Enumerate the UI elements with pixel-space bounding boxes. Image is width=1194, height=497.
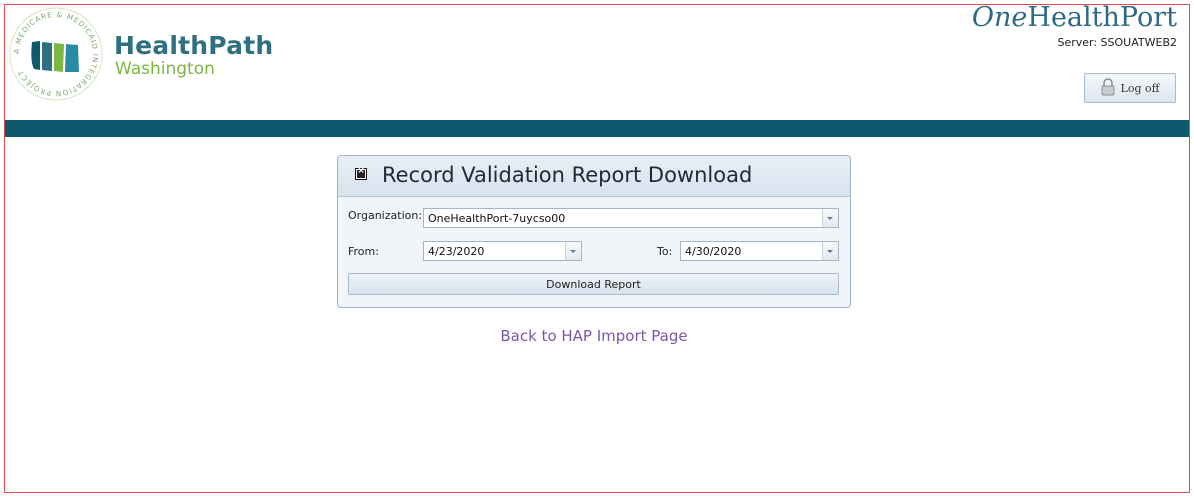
to-label: To: [657, 245, 673, 258]
organization-label: Organization: [348, 209, 423, 222]
healthpath-seal-logo: A MEDICARE & MEDICAID INTEGRATION PROJEC… [8, 6, 104, 102]
chevron-down-icon[interactable] [565, 242, 581, 260]
brand-subtitle: Washington [115, 59, 215, 79]
logoff-label: Log off [1120, 81, 1160, 95]
organization-select[interactable]: OneHealthPort-7uycso00 [423, 208, 839, 228]
brand-name: HealthPath [114, 31, 274, 60]
report-download-panel: × Record Validation Report Download Orga… [337, 155, 851, 308]
to-date-picker[interactable]: 4/30/2020 [680, 241, 839, 261]
server-label: Server: SSOUATWEB2 [1057, 36, 1177, 49]
logoff-button[interactable]: Log off [1084, 73, 1176, 103]
from-date-picker[interactable]: 4/23/2020 [423, 241, 582, 261]
chevron-down-icon[interactable] [822, 209, 838, 227]
panel-header: × Record Validation Report Download [338, 156, 850, 197]
download-report-button[interactable]: Download Report [348, 273, 839, 295]
chevron-down-icon[interactable] [822, 242, 838, 260]
header-band [5, 120, 1189, 137]
back-to-import-link[interactable]: Back to HAP Import Page [0, 327, 1188, 345]
panel-title: Record Validation Report Download [382, 163, 753, 187]
lock-icon [1101, 77, 1115, 99]
close-icon[interactable]: × [355, 166, 367, 180]
onehealthport-logo: OneHealthPort [971, 2, 1177, 33]
from-label: From: [348, 245, 379, 258]
